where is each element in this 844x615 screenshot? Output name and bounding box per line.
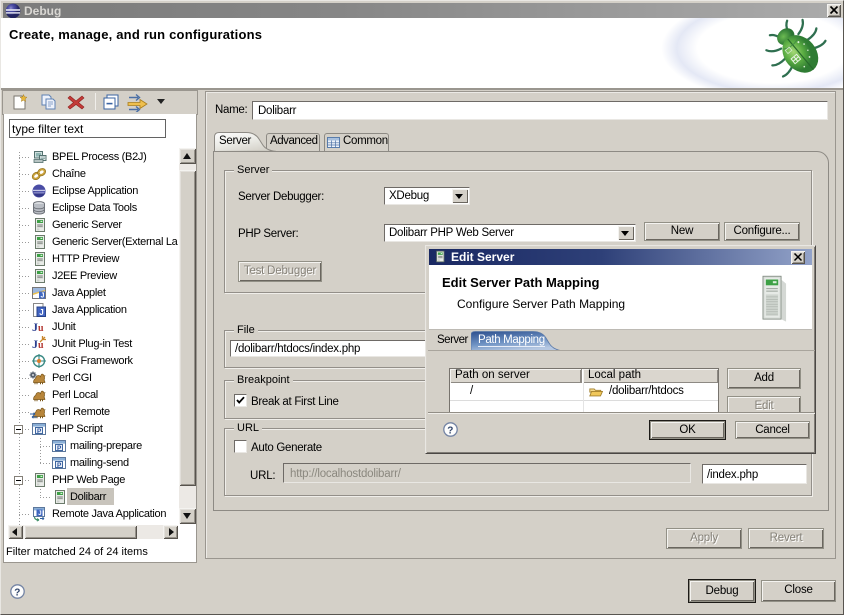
svg-text:?: ? (14, 587, 20, 598)
svg-text:?: ? (447, 425, 453, 436)
